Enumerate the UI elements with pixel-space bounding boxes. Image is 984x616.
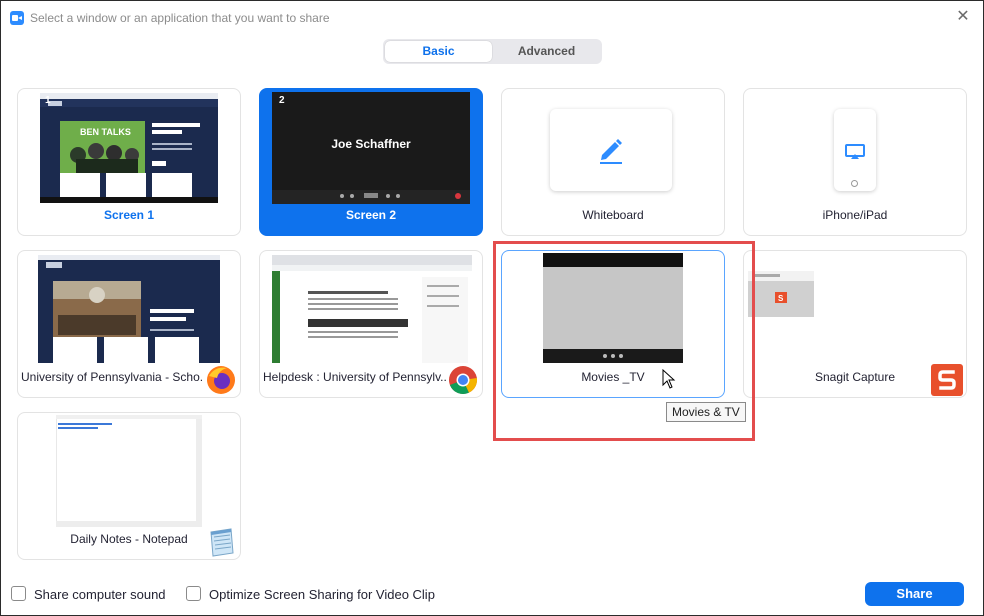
tooltip: Movies & TV (666, 402, 746, 422)
zoom-icon (10, 11, 24, 25)
card-label: iPhone/iPad (822, 208, 888, 222)
screen-number-badge: 2 (279, 95, 285, 106)
share-sound-checkbox[interactable] (11, 586, 26, 601)
optimize-video-checkbox[interactable] (186, 586, 201, 601)
share-mode-tabs: Basic Advanced (383, 39, 602, 64)
home-button-icon (851, 180, 858, 187)
window-title: Select a window or an application that y… (30, 11, 330, 25)
card-label: Whiteboard (582, 208, 644, 222)
share-sound-label: Share computer sound (34, 587, 166, 602)
chrome-icon (449, 366, 478, 394)
pen-icon (600, 139, 622, 164)
share-option-firefox-window[interactable]: University of Pennsylvania - Scho... (17, 250, 241, 398)
card-label: Screen 2 (345, 208, 397, 222)
share-option-screen-2[interactable]: 2 Joe Schaffner Screen 2 (259, 88, 483, 236)
optimize-video-label: Optimize Screen Sharing for Video Clip (209, 587, 435, 602)
card-label: University of Pennsylvania - Scho... (21, 370, 204, 384)
share-option-whiteboard[interactable]: Whiteboard (501, 88, 725, 236)
title-bar: Select a window or an application that y… (1, 1, 983, 35)
card-label: Daily Notes - Notepad (70, 532, 188, 546)
snagit-thumbnail: S (748, 271, 814, 317)
svg-text:BEN TALKS: BEN TALKS (80, 127, 131, 137)
card-label: Snagit Capture (814, 370, 896, 384)
tab-advanced[interactable]: Advanced (493, 41, 600, 62)
phone-tile (834, 109, 876, 191)
share-option-iphone-ipad[interactable]: iPhone/iPad (743, 88, 967, 236)
firefox-window-thumbnail (38, 255, 220, 363)
tab-basic[interactable]: Basic (385, 41, 492, 62)
card-label: Helpdesk : University of Pennsylv... (263, 370, 446, 384)
share-option-chrome-window[interactable]: Helpdesk : University of Pennsylv... (259, 250, 483, 398)
whiteboard-tile (550, 109, 672, 191)
share-button[interactable]: Share (865, 582, 964, 606)
screen-number-badge: 1 (45, 95, 51, 106)
firefox-icon (207, 366, 235, 394)
chrome-window-thumbnail (272, 255, 472, 363)
mouse-cursor-icon (662, 369, 676, 389)
notepad-window-thumbnail (56, 415, 202, 527)
svg-text:S: S (778, 294, 784, 303)
share-dialog: Select a window or an application that y… (0, 0, 984, 616)
share-option-snagit-capture[interactable]: S Snagit Capture (743, 250, 967, 398)
screen-1-thumbnail: BEN TALKS (40, 93, 218, 203)
screen-2-content-text: Joe Schaffner (331, 137, 411, 151)
card-label: Screen 1 (103, 208, 155, 222)
close-icon[interactable]: ✕ (955, 9, 971, 25)
footer-bar: Share computer sound Optimize Screen Sha… (1, 579, 983, 615)
share-option-screen-1[interactable]: BEN TALKS 1 Screen 1 (17, 88, 241, 236)
share-option-notepad-window[interactable]: Daily Notes - Notepad (17, 412, 241, 560)
airplay-icon (845, 144, 865, 159)
